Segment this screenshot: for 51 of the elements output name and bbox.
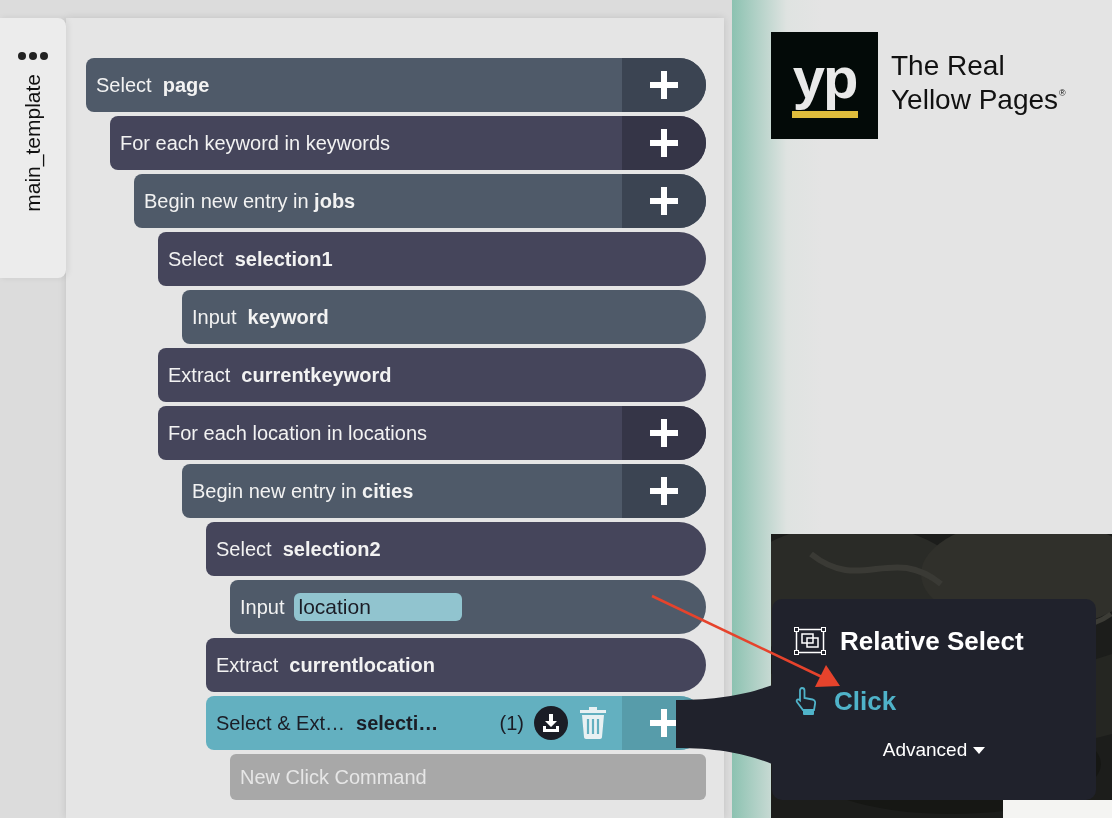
plus-icon <box>650 419 678 447</box>
plus-icon <box>650 129 678 157</box>
command-text: New Click Command <box>239 765 428 789</box>
popup-option[interactable]: Click <box>794 681 1096 721</box>
command-text: For each location in locations <box>167 421 429 445</box>
more-icon[interactable] <box>18 52 48 60</box>
add-button[interactable] <box>622 174 706 228</box>
command-text: For each keyword in keywords <box>119 131 392 155</box>
command-block[interactable]: Extract currentkeyword <box>158 348 706 402</box>
command-text: Extract currentkeyword <box>167 363 393 387</box>
plus-icon <box>650 187 678 215</box>
command-block[interactable]: For each location in locations <box>158 406 706 460</box>
command-text: Begin new entry in cities <box>191 479 415 503</box>
frame-select-icon <box>794 627 826 655</box>
command-block[interactable]: Select page <box>86 58 706 112</box>
command-block[interactable]: Begin new entry in jobs <box>134 174 706 228</box>
command-block[interactable]: Input keyword <box>182 290 706 344</box>
template-tab[interactable]: main_template <box>0 18 66 278</box>
logo-letters: yp <box>792 53 857 111</box>
logo-underline <box>791 111 858 118</box>
match-count: (1) <box>499 711 524 735</box>
command-block[interactable]: Select selection1 <box>158 232 706 286</box>
add-button[interactable] <box>622 406 706 460</box>
command-text: Select & Ext… selecti… <box>215 711 440 735</box>
command-text: Select page <box>95 73 211 97</box>
logo-name: The Real <box>891 48 1006 83</box>
plus-icon <box>650 71 678 99</box>
command-block[interactable]: Extract currentlocation <box>206 638 706 692</box>
add-button[interactable] <box>622 58 706 112</box>
popup-option[interactable]: Relative Select <box>794 621 1096 661</box>
command-text: Extract currentlocation <box>215 653 436 677</box>
command-block[interactable]: Begin new entry in cities <box>182 464 706 518</box>
add-button[interactable] <box>622 464 706 518</box>
caret-icon <box>973 746 986 754</box>
command-text: Select selection1 <box>167 247 334 271</box>
logo-name: Yellow Pages® <box>891 82 1066 117</box>
plus-icon <box>650 477 678 505</box>
add-button[interactable] <box>622 116 706 170</box>
advanced-toggle[interactable]: Advanced <box>882 739 986 761</box>
tab-label: main_template <box>21 74 45 212</box>
registered-mark: ® <box>1059 87 1066 98</box>
command-block[interactable]: Select selection2 <box>206 522 706 576</box>
command-text: Begin new entry in jobs <box>143 189 357 213</box>
command-text: Input keyword <box>191 305 330 329</box>
command-text: Select selection2 <box>215 537 382 561</box>
command-text: Input <box>239 595 285 619</box>
command-block[interactable]: Input location <box>230 580 706 634</box>
plus-icon <box>650 709 678 737</box>
download-icon[interactable] <box>534 706 568 740</box>
input-field[interactable]: location <box>294 593 463 621</box>
command-block[interactable]: For each keyword in keywords <box>110 116 706 170</box>
